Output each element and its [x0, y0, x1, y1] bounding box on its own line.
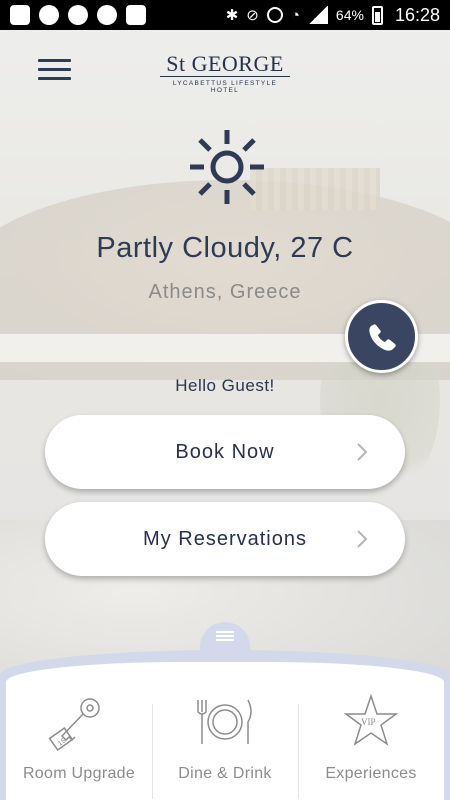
linkedin-icon: [126, 5, 146, 25]
battery-percent: 64%: [335, 7, 364, 23]
my-reservations-button[interactable]: My Reservations: [45, 502, 405, 576]
tray-item-experiences[interactable]: VIP Experiences: [298, 692, 444, 800]
wifi-icon: ◔: [290, 6, 300, 24]
tray-item-room-upgrade[interactable]: 15 Room Upgrade: [6, 692, 152, 800]
battery-icon: [371, 5, 383, 25]
svg-text:VIP: VIP: [361, 717, 376, 727]
logo-name: St GEORGE: [160, 52, 290, 77]
call-button[interactable]: [345, 300, 418, 373]
signal-icon: [307, 6, 328, 24]
bottom-tray: 15 Room Upgrade Dine & Drink VIP Experie…: [0, 650, 450, 800]
add-icon: [10, 5, 30, 25]
status-bar: ✱ ⊘ ◔ 64% 16:28: [0, 0, 450, 30]
tray-label-experiences: Experiences: [325, 765, 417, 782]
chevron-right-icon: [357, 530, 368, 548]
tray-label-room-upgrade: Room Upgrade: [22, 765, 136, 782]
phone-icon: [368, 323, 396, 351]
tray-item-dine-drink[interactable]: Dine & Drink: [152, 692, 298, 800]
menu-icon: [216, 631, 234, 633]
messenger-icon: [39, 5, 59, 25]
book-now-label: Book Now: [175, 440, 275, 463]
hotel-logo: St GEORGE LYCABETTUS LIFESTYLE HOTEL: [160, 52, 290, 94]
menu-icon[interactable]: [38, 59, 71, 83]
tray-label-dine-drink: Dine & Drink: [178, 765, 272, 782]
clock: 16:28: [394, 4, 440, 25]
room-key-icon: 15: [48, 698, 100, 751]
vip-star-icon: VIP: [343, 693, 399, 746]
logo-tagline: LYCABETTUS LIFESTYLE HOTEL: [172, 80, 278, 94]
whatsapp-icon: [97, 5, 117, 25]
bluetooth-icon: ✱: [225, 7, 239, 24]
alarm-icon: [266, 7, 283, 23]
my-reservations-label: My Reservations: [143, 527, 307, 550]
plate-cutlery-icon: [197, 699, 252, 744]
book-now-button[interactable]: Book Now: [45, 415, 405, 489]
weather-condition: Partly Cloudy, 27 C: [96, 232, 354, 264]
viber-icon: [68, 5, 88, 25]
greeting-text: Hello Guest!: [175, 376, 275, 395]
chevron-right-icon: [357, 443, 368, 461]
sun-icon: [190, 130, 264, 204]
mute-icon: ⊘: [246, 7, 259, 24]
